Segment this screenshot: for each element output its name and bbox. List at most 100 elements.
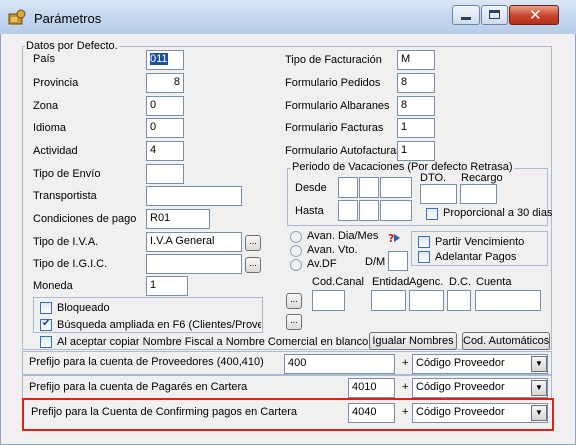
dto-label: DTO. [420,172,447,184]
prefijo-proveedores-combo-value: Código Proveedor [416,357,505,369]
close-icon: ✕ [529,7,542,24]
app-icon [8,9,26,25]
busqueda-ampliada-checkbox[interactable] [40,318,52,331]
svg-text:?: ? [388,232,394,244]
dc-label: D.C. [449,276,471,288]
pais-input[interactable]: 011 [146,50,184,70]
idioma-label: Idioma [33,122,67,134]
formulario-albaranes-label: Formulario Albaranes [285,100,390,112]
pais-value: 011 [150,53,168,65]
tipo-envio-input[interactable] [146,164,184,184]
tipo-igic-browse-button[interactable]: ... [245,257,261,273]
prefijo-confirming-plus: + [402,406,409,418]
partir-vencimiento-label: Partir Vencimiento [435,236,525,248]
busqueda-ampliada-label: Búsqueda ampliada en F6 (Clientes/Provee… [57,319,261,331]
minimize-button[interactable] [452,5,480,25]
formulario-facturas-input[interactable]: 1 [397,118,435,138]
cuenta-label: Cuenta [476,276,512,288]
cod-canal-input[interactable] [312,290,345,311]
avan-vto-label: Avan. Vto. [307,244,358,256]
hasta-ano-input[interactable] [380,200,412,221]
tipo-igic-input[interactable] [146,254,242,274]
pais-label: País [33,53,56,65]
canal-browse-button[interactable]: ... [286,293,302,309]
agenc-label: Agenc. [409,276,444,288]
tipo-facturacion-input[interactable]: M [397,50,435,70]
formulario-facturas-label: Formulario Facturas [285,122,384,134]
formulario-autofacturas-input[interactable]: 1 [397,141,435,161]
prefijo-pagares-input[interactable]: 4010 [348,378,395,398]
moneda-label: Moneda [33,280,73,292]
recargo-label: Recargo [461,172,503,184]
tipo-iva-label: Tipo de I.V.A. [33,236,99,248]
cod-automaticos-button[interactable]: Cod. Automáticos [462,332,550,350]
prefijo-confirming-combo-value: Código Proveedor [416,406,505,418]
entidad-input[interactable] [371,290,406,311]
prefijo-proveedores-label: Prefijo para la cuenta de Proveedores (4… [29,356,264,368]
desde-ano-input[interactable] [380,177,412,198]
maximize-icon [489,10,500,19]
prefijo-confirming-combo[interactable]: Código Proveedor [412,403,548,423]
prefijo-pagares-label: Prefijo para la cuenta de Pagarés en Car… [29,381,248,393]
avan-vto-radio[interactable] [290,245,302,257]
condiciones-pago-input[interactable]: R01 [146,209,210,229]
actividad-input[interactable]: 4 [146,141,184,161]
prefijo-confirming-input[interactable]: 4040 [348,403,395,423]
dto-input[interactable] [420,184,457,204]
formulario-pedidos-input[interactable]: 8 [397,73,435,93]
chevron-down-icon[interactable]: ▼ [531,380,547,396]
hasta-dia-input[interactable] [338,200,358,221]
bloqueado-checkbox[interactable] [40,302,52,314]
adelantar-pagos-checkbox[interactable] [418,251,430,263]
avan-dia-mes-radio[interactable] [290,231,302,243]
moneda-input[interactable]: 1 [146,276,188,296]
adelantar-pagos-label: Adelantar Pagos [435,251,517,263]
transportista-label: Transportista [33,190,97,202]
prefijo-pagares-combo[interactable]: Código Proveedor [412,378,548,398]
hasta-mes-input[interactable] [359,200,379,221]
desde-mes-input[interactable] [359,177,379,198]
tipo-iva-input[interactable]: I.V.A General [146,232,242,252]
agenc-input[interactable] [409,290,444,311]
copiar-nombre-label: Al aceptar copiar Nombre Fiscal a Nombre… [57,336,369,348]
tipo-iva-browse-button[interactable]: ... [245,235,261,251]
cuenta-input[interactable] [475,290,541,311]
provincia-label: Provincia [33,77,79,89]
maximize-button[interactable] [481,5,508,25]
entidad-label: Entidad [372,276,410,288]
idioma-input[interactable]: 0 [146,118,184,138]
prefijo-confirming-label: Prefijo para la Cuenta de Confirming pag… [31,406,297,418]
prefijo-pagares-combo-value: Código Proveedor [416,381,505,393]
chevron-down-icon[interactable]: ▼ [531,405,547,421]
datos-group-label: Datos por Defecto. [25,40,119,52]
prefijo-proveedores-plus: + [402,357,409,369]
tipo-facturacion-label: Tipo de Facturación [285,54,382,66]
provincia-input[interactable]: 8 [146,73,184,93]
av-df-radio[interactable] [290,259,302,271]
desde-dia-input[interactable] [338,177,358,198]
proporcional-checkbox[interactable] [426,208,438,220]
recargo-input[interactable] [460,184,497,204]
prefijo-proveedores-input[interactable]: 400 [284,354,395,374]
copiar-nombre-checkbox[interactable] [40,336,52,348]
dm-input[interactable] [388,251,408,271]
formulario-albaranes-input[interactable]: 8 [397,96,435,116]
chevron-down-icon[interactable]: ▼ [531,356,547,372]
dc-input[interactable] [447,290,471,311]
partir-vencimiento-checkbox[interactable] [418,236,430,248]
proporcional-label: Proporcional a 30 dias [443,207,553,219]
checks-browse-button[interactable]: ... [286,314,302,330]
prefijo-proveedores-combo[interactable]: Código Proveedor [412,354,548,374]
formulario-pedidos-label: Formulario Pedidos [285,77,381,89]
condiciones-pago-label: Condiciones de pago [33,213,137,225]
transportista-input[interactable] [146,186,242,206]
zona-input[interactable]: 0 [146,96,184,116]
minimize-icon [461,17,471,20]
close-button[interactable]: ✕ [509,5,559,25]
help-icon[interactable]: ? [387,232,401,244]
dm-label: D/M [365,256,386,268]
avan-dia-mes-label: Avan. Dia/Mes [307,230,379,242]
tipo-envio-label: Tipo de Envío [33,168,101,180]
tipo-igic-label: Tipo de I.G.I.C. [33,258,108,270]
igualar-nombres-button[interactable]: Igualar Nombres [369,332,457,350]
